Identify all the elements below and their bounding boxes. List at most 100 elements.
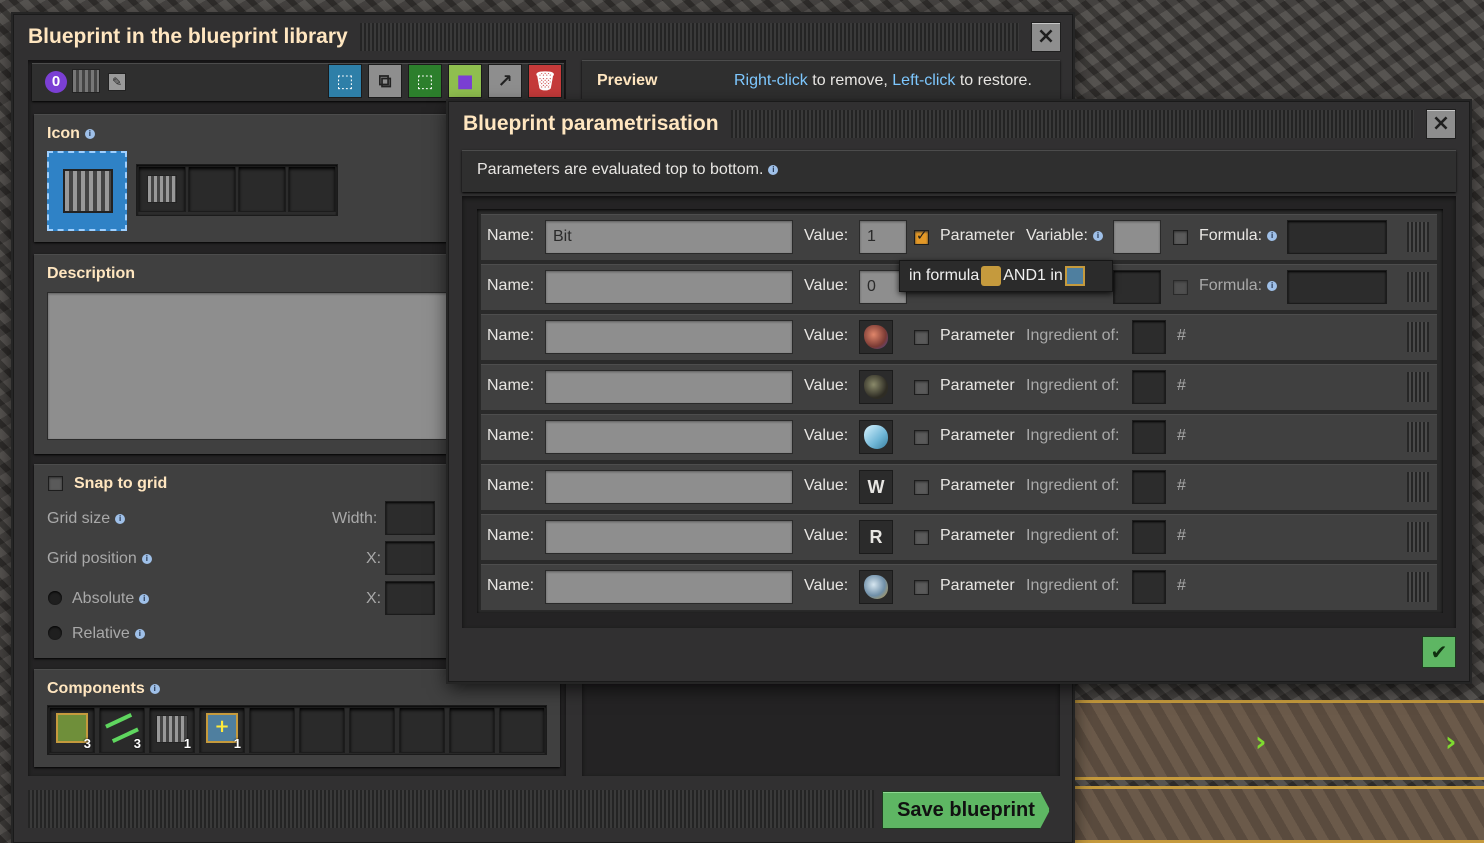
blueprint-icon-slot[interactable] [47,151,127,231]
row-drag-handle[interactable] [1407,272,1429,302]
parameter-value-input[interactable]: 1 [859,220,907,254]
component-slot[interactable]: 1 [149,707,195,753]
info-icon[interactable]: i [149,683,160,694]
row-drag-handle[interactable] [1407,372,1429,402]
info-icon[interactable]: i [134,628,145,639]
save-blueprint-button[interactable]: Save blueprint [882,791,1050,829]
formula-input[interactable] [1287,220,1387,254]
parametrise-button[interactable]: ■ [448,64,482,98]
variable-text: Variable: [1026,227,1088,244]
ingredient-of-slot[interactable] [1132,370,1166,404]
parameter-value-slot[interactable] [859,420,893,454]
name-label: Name: [487,377,535,394]
parameter-name-input[interactable] [545,470,793,504]
parameter-label: Parameter [940,327,1015,344]
close-button[interactable]: × [1426,109,1456,139]
ingredient-of-slot[interactable] [1132,470,1166,504]
row-drag-handle[interactable] [1407,222,1429,252]
parameter-name-input[interactable] [545,520,793,554]
hash-label: # [1177,577,1186,594]
info-icon[interactable]: i [115,513,126,524]
parameter-checkbox[interactable] [914,530,929,545]
rename-button[interactable]: ✎ [108,73,126,91]
relative-label: Relative i [72,625,145,643]
confirm-button[interactable]: ✔ [1422,636,1456,668]
evaluation-hint-text: Parameters are evaluated top to bottom. [477,161,764,178]
row-drag-handle[interactable] [1407,472,1429,502]
ingredient-of-slot[interactable] [1132,420,1166,454]
relative-radio[interactable] [48,626,62,640]
library-titlebar[interactable]: Blueprint in the blueprint library × [14,15,1072,59]
ingredient-of-slot[interactable] [1132,570,1166,604]
grid-x-input[interactable] [385,541,435,575]
component-slot[interactable]: 3 [49,707,95,753]
formula-checkbox[interactable] [1173,230,1188,245]
ingredient-of-slot[interactable] [1132,520,1166,554]
info-icon[interactable]: i [1267,230,1278,241]
parameter-value-slot[interactable]: W [859,470,893,504]
parameter-checkbox[interactable] [914,430,929,445]
grid-width-input[interactable] [385,501,435,535]
select-new-contents-button[interactable]: ⬚ [328,64,362,98]
info-icon[interactable]: i [141,553,152,564]
parameter-value-slot[interactable] [859,570,893,604]
component-slot[interactable]: + 1 [199,707,245,753]
row-drag-handle[interactable] [1407,572,1429,602]
icon-slot-3[interactable] [238,166,286,212]
tooltip-text-end: AND1 in [1003,267,1063,284]
info-icon[interactable]: i [84,128,95,139]
description-textbox[interactable] [47,292,449,440]
drag-handle[interactable] [730,110,1414,138]
parameter-name-input[interactable] [545,320,793,354]
icon-slot-4[interactable] [288,166,336,212]
icon-slot-1[interactable] [138,166,186,212]
ingredient-of-slot[interactable] [1132,320,1166,354]
parameter-checkbox[interactable] [914,228,929,245]
info-icon[interactable]: i [1267,280,1278,291]
variable-input[interactable] [1113,220,1161,254]
row-drag-handle[interactable] [1407,522,1429,552]
parameter-checkbox[interactable] [914,380,929,395]
icon-slot-2[interactable] [188,166,236,212]
preview-hint: Right-click to remove, Left-click to res… [734,72,1032,90]
grid-x-label: X: [366,550,382,567]
component-count: 3 [83,736,91,751]
copy-button[interactable]: ⧉ [368,64,402,98]
grid-position-text: Grid position [47,550,137,567]
parameter-value-slot[interactable]: R [859,520,893,554]
info-icon[interactable]: i [1092,230,1103,241]
info-icon[interactable]: i [139,593,150,604]
formula-input[interactable] [1287,270,1387,304]
library-title: Blueprint in the blueprint library [28,25,348,48]
parameter-value-slot[interactable] [859,370,893,404]
info-icon[interactable]: i [768,164,779,175]
name-label: Name: [487,577,535,594]
parameter-name-input[interactable] [545,420,793,454]
formula-checkbox[interactable] [1173,280,1188,295]
close-button[interactable]: × [1031,22,1061,52]
parametrisation-titlebar[interactable]: Blueprint parametrisation × [449,102,1469,146]
absolute-x-input[interactable] [385,581,435,615]
parameter-checkbox[interactable] [914,330,929,345]
parameter-name-input[interactable] [545,370,793,404]
delete-button[interactable]: 🗑 [528,64,562,98]
grid-select-button[interactable]: ⬚ [408,64,442,98]
ice-icon [864,425,888,449]
row-drag-handle[interactable] [1407,322,1429,352]
parameter-checkbox[interactable] [914,480,929,495]
component-slot[interactable]: 3 [99,707,145,753]
preview-area[interactable] [582,680,1060,776]
parameter-value-slot[interactable] [859,320,893,354]
row-drag-handle[interactable] [1407,422,1429,452]
snap-to-grid-checkbox[interactable] [48,476,63,491]
parameter-name-input[interactable] [545,270,793,304]
drag-handle[interactable] [359,23,1019,51]
parameter-checkbox[interactable] [914,580,929,595]
value-label: Value: [804,327,849,344]
parameter-name-input[interactable] [545,570,793,604]
absolute-radio[interactable] [48,591,62,605]
parameter-name-input[interactable]: Bit [545,220,793,254]
variable-input[interactable] [1113,270,1161,304]
export-string-button[interactable]: ↗ [488,64,522,98]
arithmetic-combinator-icon [981,266,1002,286]
